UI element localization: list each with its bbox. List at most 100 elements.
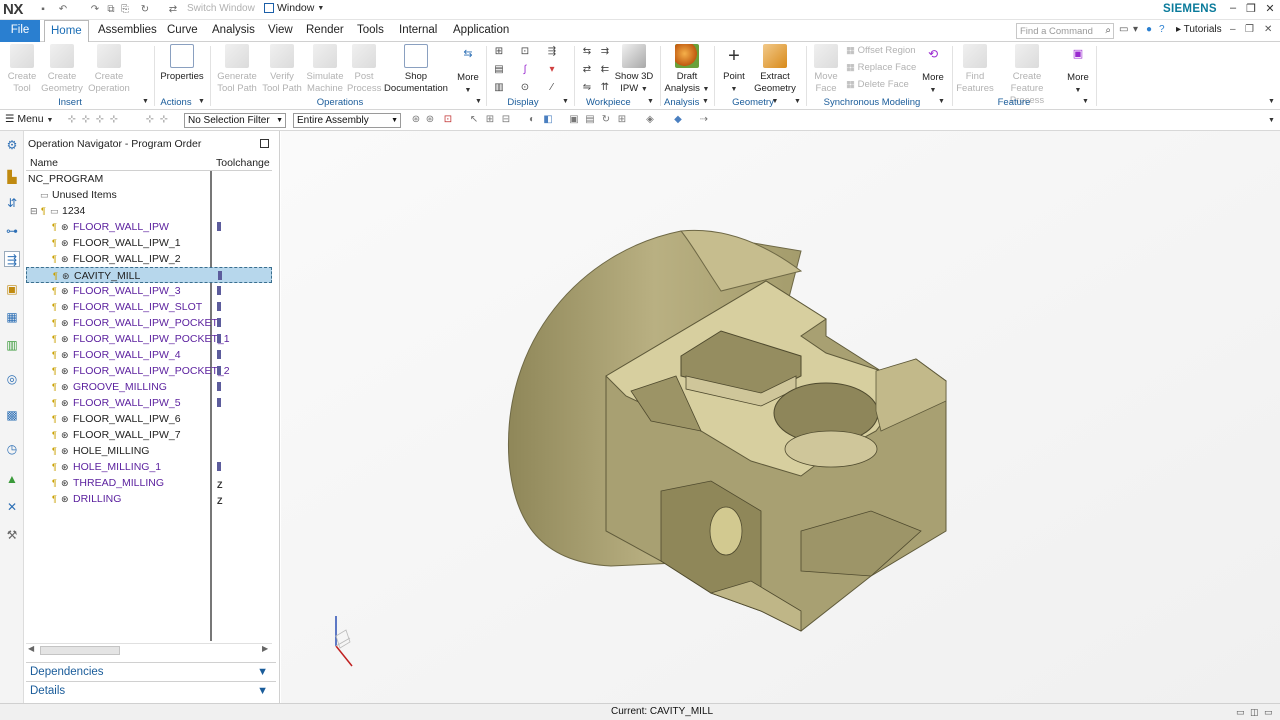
- machine-tool-icon[interactable]: ▙: [4, 169, 20, 185]
- details-panel[interactable]: Details ▼: [26, 681, 276, 699]
- info-icon[interactable]: ●: [1146, 24, 1152, 35]
- switch-window-button[interactable]: Switch Window: [187, 3, 255, 14]
- actions-group-dropdown[interactable]: ▼: [198, 98, 205, 105]
- operation-row[interactable]: ¶ ⊛ CAVITY_MILL: [26, 267, 272, 283]
- status-icon-2[interactable]: ◫: [1250, 707, 1259, 718]
- offset-region-button[interactable]: ▦ Offset Region: [846, 45, 916, 56]
- operation-row[interactable]: ¶ ⊛ FLOOR_WALL_IPW_1: [26, 235, 272, 251]
- operations-group-dropdown[interactable]: ▼: [475, 98, 482, 105]
- feature-group-dropdown[interactable]: ▼: [1082, 98, 1089, 105]
- horizontal-scrollbar[interactable]: ◀ ▶: [26, 643, 272, 656]
- find-command-input[interactable]: Find a Command ⌕: [1016, 23, 1114, 39]
- replace-face-button[interactable]: ▦ Replace Face: [846, 62, 916, 73]
- select-tool-icon-4[interactable]: ↖: [468, 114, 480, 126]
- operation-row[interactable]: ¶ ⊛ FLOOR_WALL_IPW_3: [26, 283, 272, 299]
- tree-group-row[interactable]: ⊟ ¶ ▭ 1234: [26, 203, 272, 219]
- find-features-button[interactable]: Find Features: [956, 44, 994, 95]
- generate-tool-path-button[interactable]: Generate Tool Path: [216, 44, 258, 95]
- machine-icon[interactable]: ▣: [4, 281, 20, 297]
- column-name-header[interactable]: Name: [30, 157, 58, 169]
- operation-row[interactable]: ¶ ⊛ FLOOR_WALL_IPW_POCKET_1: [26, 331, 272, 347]
- operation-row[interactable]: ¶ ⊛ FLOOR_WALL_IPW_5: [26, 395, 272, 411]
- selection-filter-dropdown[interactable]: No Selection Filter ▼: [184, 113, 286, 128]
- repeat-icon[interactable]: ↻: [138, 3, 152, 16]
- operation-row[interactable]: ¶ ⊛ DRILLING Z: [26, 491, 272, 507]
- snap-icon-6[interactable]: ⊹: [158, 114, 170, 126]
- view-icon-7[interactable]: ⇢: [698, 114, 710, 126]
- display-group-dropdown[interactable]: ▼: [562, 98, 569, 105]
- operation-row[interactable]: ¶ ⊛ HOLE_MILLING: [26, 443, 272, 459]
- tree-root-row[interactable]: NC_PROGRAM: [26, 171, 272, 187]
- analysis-group-dropdown[interactable]: ▼: [702, 98, 709, 105]
- paste-icon[interactable]: ⎘: [118, 3, 132, 16]
- ribbon-minimize-icon[interactable]: –: [1230, 24, 1236, 35]
- monitor-icon[interactable]: ▭: [1119, 24, 1128, 35]
- snap-icon-4[interactable]: ⊹: [108, 114, 120, 126]
- tab-tools[interactable]: Tools: [351, 20, 390, 42]
- sync-group-dropdown[interactable]: ▼: [938, 98, 945, 105]
- display-icon-4[interactable]: ⊡: [518, 46, 532, 58]
- view-icon-3[interactable]: ↻: [600, 114, 612, 126]
- toolbar-options-dropdown[interactable]: ▼: [1268, 117, 1275, 124]
- tab-file[interactable]: File: [0, 20, 40, 42]
- geometry-icon[interactable]: ▦: [4, 309, 20, 325]
- help-dropdown-icon[interactable]: ▾: [1133, 24, 1138, 35]
- create-geometry-button[interactable]: Create Geometry: [41, 44, 83, 95]
- scrollbar-thumb[interactable]: [40, 646, 120, 655]
- snap-icon-5[interactable]: ⊹: [144, 114, 156, 126]
- undo-icon[interactable]: ↶: [56, 3, 70, 16]
- snap-icon-2[interactable]: ⊹: [80, 114, 92, 126]
- history-icon[interactable]: ◷: [4, 441, 20, 457]
- operations-more-button[interactable]: ⇆ More ▼: [452, 44, 484, 97]
- web-browser-icon[interactable]: ◎: [4, 371, 20, 387]
- create-tool-button[interactable]: Create Tool: [4, 44, 40, 95]
- move-face-button[interactable]: Move Face: [810, 44, 842, 95]
- workpiece-icon-3[interactable]: ⇋: [580, 82, 594, 94]
- display-icon-9[interactable]: ⁄: [545, 82, 559, 94]
- workpiece-group-dropdown[interactable]: ▼: [647, 98, 654, 105]
- workpiece-icon-2[interactable]: ⇄: [580, 64, 594, 76]
- workpiece-icon-5[interactable]: ⇇: [598, 64, 612, 76]
- operation-row[interactable]: ¶ ⊛ HOLE_MILLING_1: [26, 459, 272, 475]
- display-icon-1[interactable]: ⊞: [492, 46, 506, 58]
- ribbon-close-icon[interactable]: ✕: [1264, 24, 1272, 35]
- tab-home[interactable]: Home: [44, 20, 89, 43]
- help-icon[interactable]: ?: [1159, 24, 1165, 35]
- menu-button[interactable]: ☰ Menu ▼: [5, 113, 53, 125]
- display-icon-2[interactable]: ▤: [492, 64, 506, 76]
- operation-row[interactable]: ¶ ⊛ FLOOR_WALL_IPW_POCKET: [26, 315, 272, 331]
- pin-icon[interactable]: [260, 139, 269, 148]
- insert-group-dropdown[interactable]: ▼: [142, 98, 149, 105]
- select-tool-icon-8[interactable]: ◧: [542, 114, 554, 126]
- tab-curve[interactable]: Curve: [161, 20, 204, 42]
- verify-tool-path-button[interactable]: Verify Tool Path: [261, 44, 303, 95]
- collapse-icon[interactable]: ⊟: [30, 203, 40, 219]
- show-3d-ipw-button[interactable]: Show 3D IPW ▼: [612, 44, 656, 96]
- palette-icon[interactable]: ▩: [4, 407, 20, 423]
- tab-analysis[interactable]: Analysis: [206, 20, 261, 42]
- display-icon-5[interactable]: ∫: [518, 64, 532, 76]
- copy-icon[interactable]: ⧉: [104, 3, 118, 16]
- view-icon-4[interactable]: ⊞: [616, 114, 628, 126]
- tree-unused-row[interactable]: ▭ Unused Items: [26, 187, 272, 203]
- operation-row[interactable]: ¶ ⊛ GROOVE_MILLING: [26, 379, 272, 395]
- select-tool-icon-7[interactable]: ◐: [526, 114, 538, 126]
- post-process-button[interactable]: Post Process: [347, 44, 381, 95]
- operation-row[interactable]: ¶ ⊛ THREAD_MILLING Z: [26, 475, 272, 491]
- sync-more-button[interactable]: ⟲ More ▼: [918, 44, 948, 97]
- select-tool-icon-5[interactable]: ⊞: [484, 114, 496, 126]
- shop-documentation-button[interactable]: Shop Documentation: [383, 44, 449, 95]
- tab-application[interactable]: Application: [447, 20, 515, 42]
- draft-analysis-button[interactable]: Draft Analysis ▼: [664, 44, 710, 96]
- operation-row[interactable]: ¶ ⊛ FLOOR_WALL_IPW_SLOT: [26, 299, 272, 315]
- graphics-window[interactable]: [281, 131, 1280, 703]
- dependencies-panel[interactable]: Dependencies ▼: [26, 662, 276, 680]
- select-tool-icon-6[interactable]: ⊟: [500, 114, 512, 126]
- method-icon[interactable]: ▥: [4, 337, 20, 353]
- delete-face-button[interactable]: ▦ Delete Face: [846, 79, 909, 90]
- select-tool-icon-3[interactable]: ⊡: [442, 114, 454, 126]
- window-menu[interactable]: Window ▼: [264, 2, 324, 14]
- operation-row[interactable]: ¶ ⊛ FLOOR_WALL_IPW_2: [26, 251, 272, 267]
- snap-icon-3[interactable]: ⊹: [94, 114, 106, 126]
- tools-icon[interactable]: ✕: [4, 499, 20, 515]
